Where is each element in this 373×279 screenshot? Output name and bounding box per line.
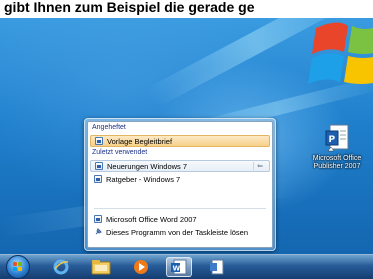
jump-list-task-label: Microsoft Office Word 2007 [106, 214, 197, 224]
unpin-icon [94, 228, 102, 236]
windows-flag-icon [13, 262, 23, 272]
taskbar-ie-button[interactable] [48, 257, 74, 277]
jump-list-item-pinned[interactable]: Vorlage Begleitbrief [90, 135, 270, 147]
taskbar: W [0, 254, 373, 279]
word-app-icon [94, 215, 102, 223]
jump-list-item-label: Ratgeber - Windows 7 [106, 174, 181, 184]
explorer-folder-icon [91, 260, 111, 275]
desktop: P Microsoft Office Publisher 2007 Angehe… [0, 18, 373, 254]
pin-icon[interactable]: ⇐ [253, 162, 266, 170]
recent-heading: Zuletzt verwendet [92, 149, 148, 156]
jump-list-item-label: Neuerungen Windows 7 [107, 161, 188, 171]
word-document-icon [94, 175, 102, 183]
windows-logo [308, 22, 373, 84]
pinned-heading: Angeheftet [92, 124, 126, 131]
jump-list-task-unpin[interactable]: Dieses Programm von der Taskleiste lösen [90, 226, 270, 238]
jump-list-panel: Angeheftet Vorlage Begleitbrief Zuletzt … [87, 121, 273, 248]
word-icon: W [171, 259, 187, 275]
svg-text:P: P [329, 135, 336, 145]
taskbar-word-button[interactable]: W [166, 257, 192, 277]
jump-list-task-open-word[interactable]: Microsoft Office Word 2007 [90, 213, 270, 225]
svg-text:W: W [173, 265, 181, 273]
jump-list-task-label: Dieses Programm von der Taskleiste lösen [106, 227, 249, 237]
word-document-icon [95, 162, 103, 170]
taskbar-mediaplayer-button[interactable] [128, 257, 154, 277]
windows-document-icon [210, 259, 224, 275]
caption-strip: gibt Ihnen zum Beispiel die gerade ge [0, 0, 373, 18]
jump-list: Angeheftet Vorlage Begleitbrief Zuletzt … [84, 118, 276, 251]
word-document-icon [95, 137, 103, 145]
jump-list-item-recent[interactable]: Ratgeber - Windows 7 [90, 173, 270, 185]
internet-explorer-icon [53, 259, 69, 275]
jump-list-divider [94, 208, 266, 209]
desktop-shortcut-label: Microsoft Office Publisher 2007 [312, 155, 362, 170]
taskbar-document-button[interactable] [204, 257, 230, 277]
jump-list-item-label: Vorlage Begleitbrief [107, 136, 173, 146]
desktop-shortcut[interactable]: P Microsoft Office Publisher 2007 [302, 123, 372, 171]
start-button[interactable] [6, 255, 30, 279]
taskbar-explorer-button[interactable] [88, 257, 114, 277]
media-player-icon [134, 260, 148, 274]
publisher-icon: P [324, 123, 350, 153]
jump-list-item-recent[interactable]: Neuerungen Windows 7 ⇐ [90, 160, 270, 172]
